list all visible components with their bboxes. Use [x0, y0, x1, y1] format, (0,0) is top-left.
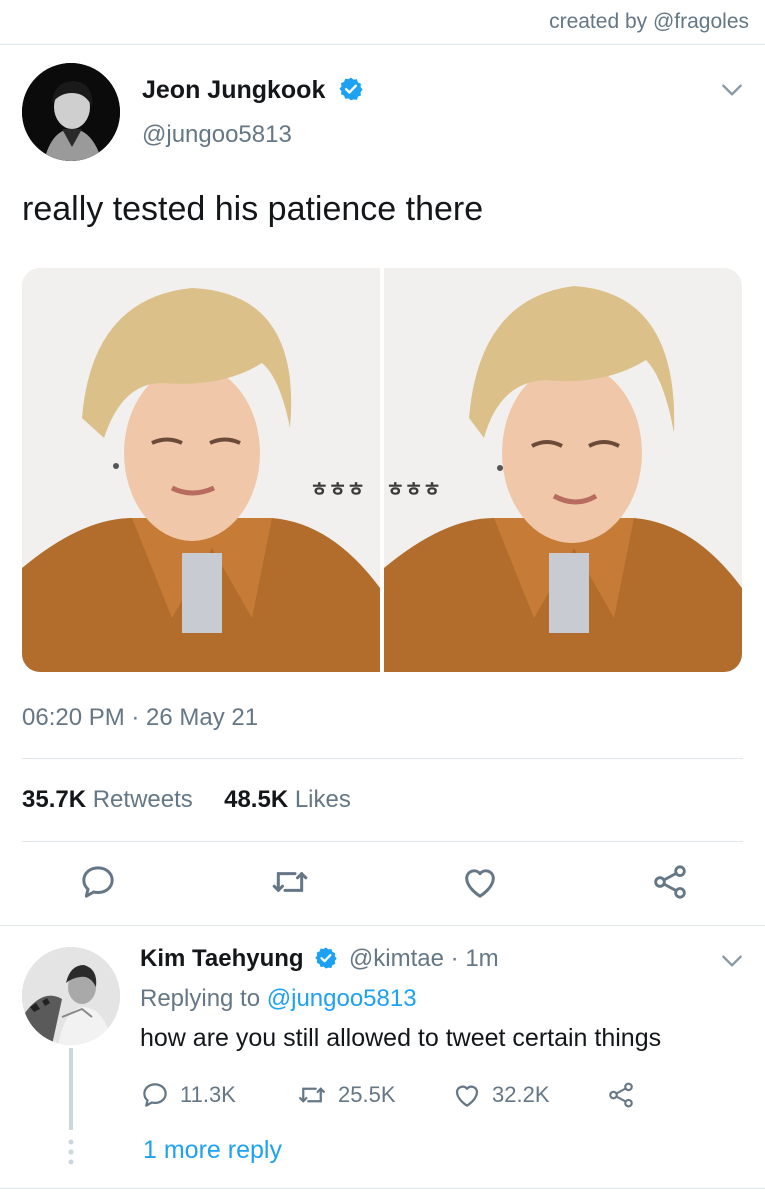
divider	[22, 841, 743, 842]
jungkook-avatar[interactable]	[22, 63, 120, 161]
reply-like-action[interactable]: 32.2K	[452, 1080, 550, 1110]
image-caption-left: ㅎㅎㅎ	[310, 479, 366, 501]
reply-time: · 1m	[450, 945, 499, 972]
reply-icon	[143, 1083, 167, 1107]
section-divider	[0, 925, 765, 926]
tweet-timestamp[interactable]: 06:20 PM · 26 May 21	[22, 704, 258, 732]
top-divider	[0, 44, 765, 45]
retweets-stat[interactable]: 35.7K Retweets	[22, 786, 193, 813]
likes-stat[interactable]: 48.5K Likes	[224, 786, 351, 813]
reply-reply-action[interactable]: 11.3K	[140, 1080, 236, 1110]
reply-text: how are you still allowed to tweet certa…	[140, 1024, 662, 1052]
like-icon[interactable]	[460, 862, 500, 902]
reply-share-action[interactable]	[606, 1080, 646, 1110]
creator-credit: created by @fragoles	[549, 10, 749, 33]
retweet-icon[interactable]	[270, 862, 310, 902]
replying-to: Replying to @jungoo5813	[140, 985, 417, 1012]
engagement-stats: 35.7K Retweets 48.5K Likes	[22, 786, 351, 814]
reply-handle[interactable]: @kimtae	[349, 945, 444, 972]
share-icon[interactable]	[650, 862, 690, 902]
main-display-name[interactable]: Jeon Jungkook	[142, 76, 364, 105]
divider	[22, 758, 743, 759]
reply-header: Kim Taehyung @kimtae · 1m	[140, 945, 499, 973]
tweet-text: really tested his patience there	[22, 190, 484, 228]
image-caption-right: ㅎㅎㅎ	[386, 479, 442, 501]
taehyung-avatar[interactable]	[22, 947, 120, 1045]
reply-display-name[interactable]: Kim Taehyung	[140, 945, 304, 972]
avatar-photo	[22, 63, 120, 161]
chevron-down-icon[interactable]	[719, 948, 745, 974]
replying-to-mention[interactable]: @jungoo5813	[267, 985, 417, 1012]
more-replies-link[interactable]: 1 more reply	[143, 1136, 282, 1165]
thread-line	[69, 1048, 73, 1130]
photo-left	[22, 268, 380, 672]
retweet-icon	[299, 1087, 325, 1103]
share-icon	[609, 1082, 633, 1108]
verified-badge-icon	[315, 947, 337, 969]
main-handle[interactable]: @jungoo5813	[142, 121, 292, 149]
photo-right	[384, 268, 742, 672]
media-image-right[interactable]: ㅎㅎㅎ	[384, 268, 742, 672]
verified-badge-icon	[339, 77, 363, 101]
chevron-down-icon[interactable]	[719, 77, 745, 103]
reply-retweet-action[interactable]: 25.5K	[296, 1080, 396, 1110]
bottom-divider	[0, 1188, 765, 1189]
like-icon	[455, 1085, 479, 1107]
media-image-left[interactable]: ㅎㅎㅎ	[22, 268, 380, 672]
reply-icon[interactable]	[78, 862, 118, 902]
tweet-media[interactable]: ㅎㅎㅎ ㅎㅎㅎ	[22, 268, 742, 672]
thread-dots-icon	[68, 1139, 74, 1165]
avatar-photo	[22, 947, 120, 1045]
